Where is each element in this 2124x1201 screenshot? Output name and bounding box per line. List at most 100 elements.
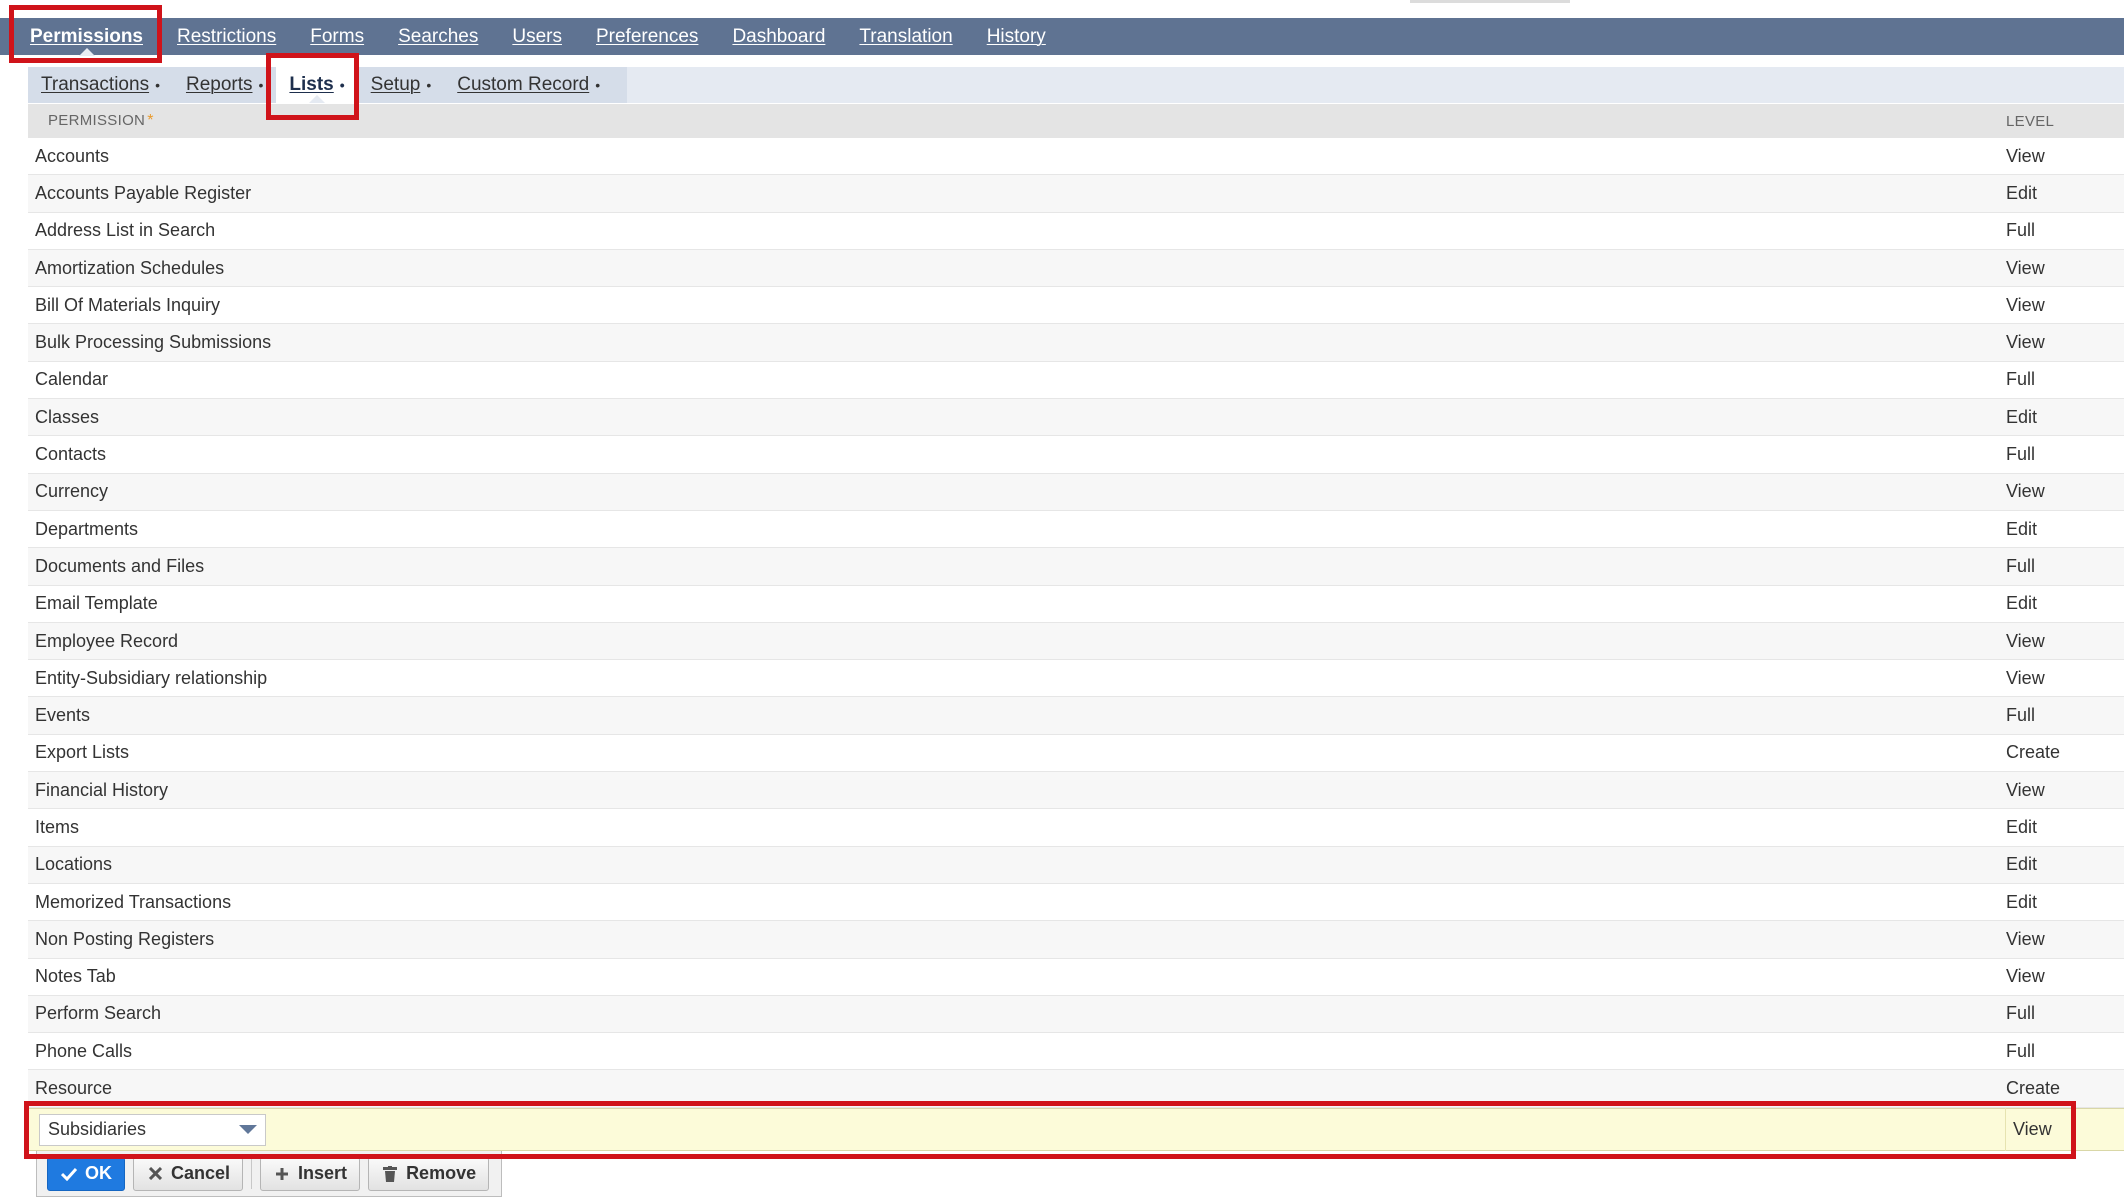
table-row[interactable]: Calendar Full <box>28 362 2124 400</box>
table-row[interactable]: Currency View <box>28 473 2124 511</box>
tab-restrictions[interactable]: Restrictions <box>160 18 293 55</box>
subtab-label: Setup <box>370 74 421 96</box>
table-row[interactable]: Perform Search Full <box>28 995 2124 1034</box>
table-row[interactable]: Employee Record View <box>28 622 2124 661</box>
permission-cell: Non Posting Registers <box>35 928 215 949</box>
column-header-permission-label: PERMISSION <box>48 112 146 129</box>
subtab-transactions[interactable]: Transactions • <box>28 67 173 103</box>
ok-button-label: OK <box>85 1163 112 1183</box>
level-cell: Full <box>2006 1003 2036 1024</box>
permission-select[interactable]: Subsidiaries <box>39 1113 266 1146</box>
checkmark-icon <box>60 1165 78 1183</box>
insert-button[interactable]: Insert <box>260 1156 361 1191</box>
top-strip <box>0 0 2124 18</box>
table-row[interactable]: Departments Edit <box>28 511 2124 549</box>
level-cell: View <box>2006 667 2045 688</box>
table-row[interactable]: Export Lists Create <box>28 735 2124 773</box>
button-separator <box>251 1158 253 1189</box>
permission-cell: Entity-Subsidiary relationship <box>35 667 268 688</box>
permission-cell: Documents and Files <box>35 555 205 576</box>
level-cell: Full <box>2006 1040 2036 1061</box>
permission-cell: Accounts <box>35 145 110 166</box>
subtab-label: Reports <box>185 74 253 96</box>
subtab-label: Transactions <box>41 74 150 96</box>
permission-cell: Bulk Processing Submissions <box>35 332 272 353</box>
level-cell: Full <box>2006 444 2036 465</box>
permission-cell: Currency <box>35 481 109 502</box>
table-row[interactable]: Bulk Processing Submissions View <box>28 324 2124 362</box>
ok-button[interactable]: OK <box>47 1156 125 1191</box>
table-row[interactable]: Non Posting Registers View <box>28 921 2124 959</box>
subtab-indicator-dot: • <box>258 77 264 93</box>
column-header-level[interactable]: LEVEL <box>2004 113 2124 130</box>
subtab-reports[interactable]: Reports • <box>173 67 276 103</box>
table-row[interactable]: Classes Edit <box>28 399 2124 437</box>
tab-label: Restrictions <box>177 26 277 47</box>
table-row[interactable]: Documents and Files Full <box>28 548 2124 586</box>
table-row[interactable]: Accounts View <box>28 138 2124 176</box>
level-cell: View <box>2006 966 2045 987</box>
table-row[interactable]: Phone Calls Full <box>28 1033 2124 1071</box>
permission-cell: Amortization Schedules <box>35 257 225 278</box>
level-cell: Edit <box>2006 891 2038 912</box>
level-cell: Edit <box>2006 406 2038 427</box>
subtab-setup[interactable]: Setup • <box>358 67 445 103</box>
subtab-label: Custom Record <box>457 74 590 96</box>
tab-users[interactable]: Users <box>495 18 579 55</box>
permission-cell: Calendar <box>35 369 109 390</box>
tab-searches[interactable]: Searches <box>381 18 495 55</box>
tab-permissions[interactable]: Permissions <box>13 18 160 56</box>
table-row[interactable]: Items Edit <box>28 809 2124 847</box>
table-row[interactable]: Resource Create <box>28 1070 2124 1108</box>
table-row[interactable]: Amortization Schedules View <box>28 249 2124 288</box>
tab-forms[interactable]: Forms <box>293 18 381 55</box>
permission-cell: Events <box>35 705 91 726</box>
permission-cell: Departments <box>35 518 139 539</box>
table-row[interactable]: Entity-Subsidiary relationship View <box>28 660 2124 698</box>
table-row[interactable]: Financial History View <box>28 772 2124 810</box>
table-body: Accounts View Accounts Payable Register Edi… <box>28 138 2124 1108</box>
permissions-table: PERMISSION * LEVEL Accounts View Accounts P… <box>28 104 2124 1108</box>
chevron-down-icon[interactable] <box>239 1125 257 1134</box>
permission-cell: Address List in Search <box>35 220 216 241</box>
plus-icon <box>273 1165 291 1183</box>
level-cell: View <box>2006 257 2045 278</box>
main-tab-bar: Permissions Restrictions Forms Searches User… <box>0 18 2124 56</box>
tab-label: Searches <box>398 26 479 47</box>
table-row[interactable]: Locations Edit <box>28 846 2124 884</box>
table-row[interactable]: Address List in Search Full <box>28 213 2124 250</box>
table-row[interactable]: Contacts Full <box>28 436 2124 474</box>
level-cell: Full <box>2006 555 2036 576</box>
subtab-indicator-dot: • <box>339 77 345 93</box>
permission-cell: Contacts <box>35 444 107 465</box>
level-cell: View <box>2006 332 2045 353</box>
tab-preferences[interactable]: Preferences <box>579 18 715 55</box>
level-cell: Create <box>2006 1078 2061 1099</box>
permission-cell: Email Template <box>35 593 158 614</box>
tab-label: Permissions <box>30 26 143 47</box>
table-row[interactable]: Accounts Payable Register Edit <box>28 175 2124 213</box>
remove-button[interactable]: Remove <box>368 1156 490 1191</box>
level-cell: Edit <box>2006 593 2038 614</box>
table-row[interactable]: Notes Tab View <box>28 959 2124 996</box>
table-header: PERMISSION * LEVEL <box>28 104 2124 138</box>
tab-dashboard[interactable]: Dashboard <box>715 18 842 55</box>
tab-history[interactable]: History <box>970 18 1063 55</box>
level-select[interactable]: View <box>2006 1119 2124 1140</box>
permission-cell: Notes Tab <box>35 966 116 987</box>
column-header-permission[interactable]: PERMISSION * <box>28 112 2004 130</box>
table-row[interactable]: Events Full <box>28 697 2124 735</box>
level-cell: Edit <box>2006 816 2038 837</box>
permission-cell: Export Lists <box>35 742 130 763</box>
table-row[interactable]: Email Template Edit <box>28 586 2124 623</box>
cancel-button[interactable]: Cancel <box>133 1156 244 1191</box>
level-cell: View <box>2006 928 2045 949</box>
permission-cell: Phone Calls <box>35 1040 133 1061</box>
subtab-custom-record[interactable]: Custom Record • <box>444 67 613 103</box>
subtab-lists[interactable]: Lists • <box>276 67 358 103</box>
level-cell: Full <box>2006 220 2036 241</box>
table-row[interactable]: Memorized Transactions Edit <box>28 884 2124 922</box>
table-row[interactable]: Bill Of Materials Inquiry View <box>28 287 2124 325</box>
tab-translation[interactable]: Translation <box>842 18 969 55</box>
subtab-label: Lists <box>289 74 334 96</box>
